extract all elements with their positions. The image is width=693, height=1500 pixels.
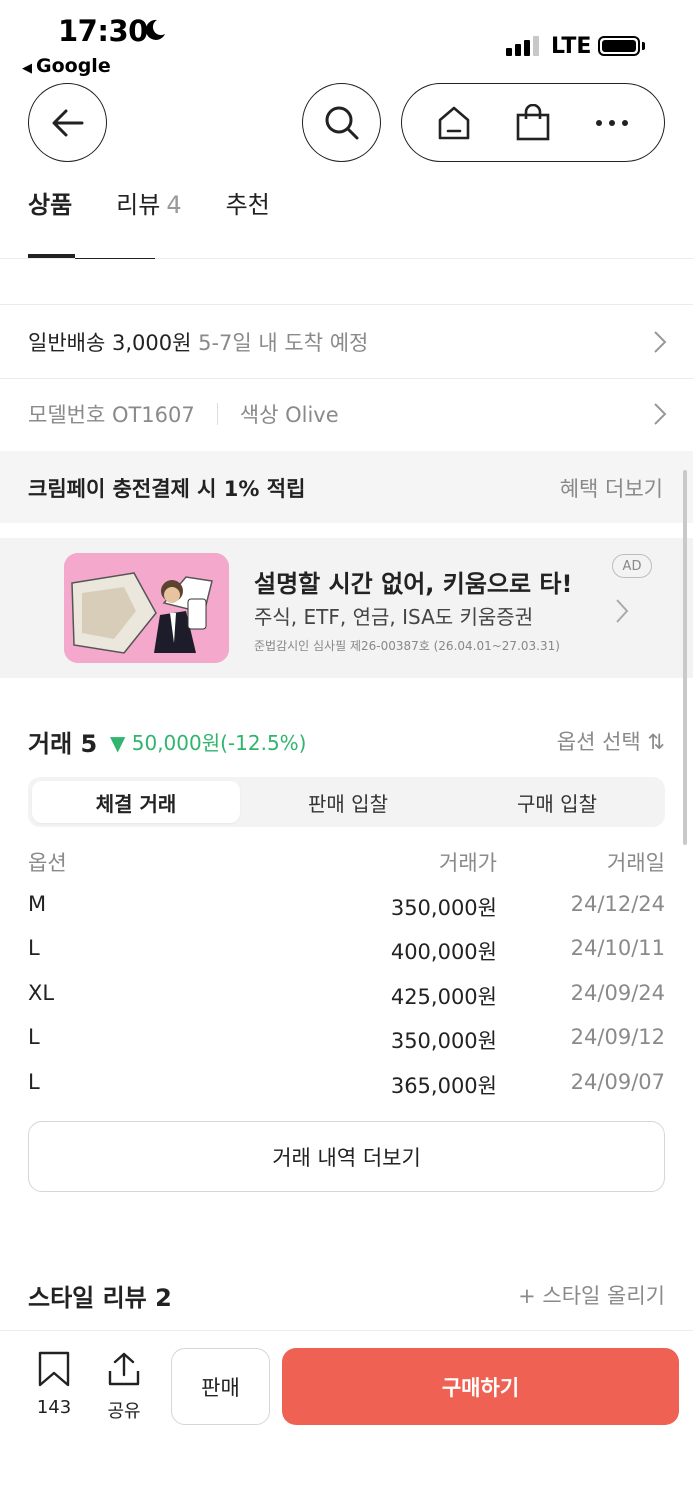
trade-segmented-control: 체결 거래 판매 입찰 구매 입찰	[28, 777, 665, 827]
table-row: L 350,000원 24/09/12	[28, 1025, 665, 1070]
search-button[interactable]	[302, 83, 381, 162]
model-number: 모델번호 OT1607	[28, 403, 195, 427]
share-icon	[108, 1352, 140, 1386]
product-tabs: 상품 리뷰 4 추천	[28, 185, 270, 244]
segment-sell-bids[interactable]: 판매 입찰	[244, 781, 452, 823]
back-app-label: Google	[36, 55, 111, 77]
ad-title: 설명할 시간 없어, 키움으로 타!	[254, 570, 573, 598]
tab-review[interactable]: 리뷰 4	[116, 185, 181, 244]
segment-buy-bids[interactable]: 구매 입찰	[453, 781, 661, 823]
back-to-app-link[interactable]: ◀ Google	[22, 55, 111, 77]
tab-recommend[interactable]: 추천	[226, 185, 270, 244]
row-date: 24/09/07	[570, 1069, 665, 1094]
search-icon	[325, 106, 358, 139]
signal-icon	[506, 36, 539, 56]
trade-table: 옵션 거래가 거래일 M 350,000원 24/12/24 L 400,000…	[28, 847, 665, 1114]
battery-icon	[598, 36, 640, 56]
row-date: 24/12/24	[570, 891, 665, 916]
column-header-price: 거래가	[439, 851, 497, 875]
row-price: 350,000원	[390, 895, 497, 920]
option-select-button[interactable]: 옵션 선택 ⇅	[557, 726, 665, 756]
benefit-banner[interactable]: 크림페이 충전결제 시 1% 적립 혜택 더보기	[0, 451, 693, 523]
row-price: 400,000원	[390, 940, 497, 964]
ad-badge: AD	[612, 554, 652, 578]
row-date: 24/09/12	[570, 1025, 665, 1049]
price-change: ▼ 50,000원(-12.5%)	[110, 731, 307, 755]
row-option: XL	[28, 980, 55, 1005]
benefit-text: 크림페이 충전결제 시 1% 적립	[28, 477, 306, 501]
shopping-bag-icon	[516, 103, 550, 140]
more-button[interactable]	[582, 93, 642, 153]
trade-title: 거래 5	[28, 730, 98, 758]
shipping-label: 일반배송 3,000원	[28, 331, 192, 355]
segment-completed-trades[interactable]: 체결 거래	[32, 781, 240, 823]
divider	[0, 378, 693, 379]
buy-button[interactable]: 구매하기	[282, 1348, 679, 1425]
status-bar: 17:30 ◀ Google LTE	[0, 0, 693, 80]
table-row: L 400,000원 24/10/11	[28, 936, 665, 981]
tab-recommend-label: 추천	[225, 191, 270, 219]
divider	[0, 304, 693, 305]
ad-image	[64, 553, 229, 663]
style-review-title: 스타일 리뷰 2	[28, 1284, 172, 1312]
active-tab-indicator	[28, 254, 75, 258]
table-row: XL 425,000원 24/09/24	[28, 981, 665, 1026]
bookmark-button[interactable]: 143	[34, 1351, 74, 1418]
tab-product-label: 상품	[28, 191, 73, 219]
chevron-right-icon	[654, 403, 667, 425]
row-date: 24/10/11	[570, 936, 665, 960]
model-row[interactable]: 모델번호 OT1607 색상 Olive	[28, 396, 668, 432]
trade-history-more-button[interactable]: 거래 내역 더보기	[28, 1121, 665, 1192]
table-row: L 365,000원 24/09/07	[28, 1070, 665, 1115]
chevron-right-icon	[616, 599, 629, 623]
table-header: 옵션 거래가 거래일	[28, 847, 665, 892]
back-arrow-icon	[52, 109, 83, 136]
bottom-action-bar: 143 공유 판매 구매하기	[0, 1330, 693, 1500]
color-value: 색상 Olive	[239, 403, 339, 427]
scrollbar[interactable]	[683, 470, 687, 845]
tab-product[interactable]: 상품	[28, 185, 72, 244]
table-row: M 350,000원 24/12/24	[28, 892, 665, 937]
bookmark-count: 143	[36, 1397, 72, 1418]
cart-button[interactable]	[503, 93, 563, 153]
column-header-option: 옵션	[28, 851, 67, 875]
shipping-row[interactable]: 일반배송 3,000원 5-7일 내 도착 예정	[28, 324, 668, 360]
network-label: LTE	[551, 34, 592, 59]
shipping-eta: 5-7일 내 도착 예정	[198, 331, 369, 355]
tab-indicator-track	[75, 258, 155, 259]
style-upload-button[interactable]: + 스타일 올리기	[518, 1280, 665, 1310]
more-icon	[596, 119, 629, 126]
status-time: 17:30	[58, 14, 148, 48]
share-label: 공유	[107, 1401, 141, 1422]
nav-action-group	[401, 83, 665, 162]
separator	[216, 403, 218, 425]
sell-button[interactable]: 판매	[171, 1348, 270, 1425]
row-option: L	[28, 1025, 40, 1049]
share-button[interactable]: 공유	[104, 1351, 144, 1423]
back-triangle-icon: ◀	[22, 61, 32, 76]
trade-header: 거래 5 ▼ 50,000원(-12.5%) 옵션 선택 ⇅	[28, 724, 665, 758]
bookmark-icon	[38, 1351, 70, 1387]
column-header-date: 거래일	[607, 851, 665, 875]
ad-banner[interactable]: 설명할 시간 없어, 키움으로 타! 주식, ETF, 연금, ISA도 키움증…	[0, 538, 693, 678]
ad-legal-text: 준법감시인 심사필 제26-00387호 (26.04.01~27.03.31)	[254, 639, 560, 653]
row-price: 425,000원	[390, 984, 497, 1009]
row-price: 365,000원	[390, 1073, 497, 1098]
tab-review-count: 4	[166, 191, 182, 219]
row-option: L	[28, 1069, 40, 1094]
home-button[interactable]	[424, 93, 484, 153]
benefit-more-link[interactable]: 혜택 더보기	[560, 473, 663, 503]
battery-tip	[642, 42, 645, 50]
back-button[interactable]	[28, 83, 107, 162]
chevron-right-icon	[654, 331, 667, 353]
row-option: L	[28, 936, 40, 960]
home-icon	[438, 106, 469, 139]
row-option: M	[28, 891, 47, 916]
ad-subtitle: 주식, ETF, 연금, ISA도 키움증권	[254, 605, 534, 629]
tab-review-label: 리뷰	[116, 191, 161, 219]
moon-icon	[145, 19, 165, 40]
row-date: 24/09/24	[570, 980, 665, 1005]
row-price: 350,000원	[390, 1029, 497, 1053]
